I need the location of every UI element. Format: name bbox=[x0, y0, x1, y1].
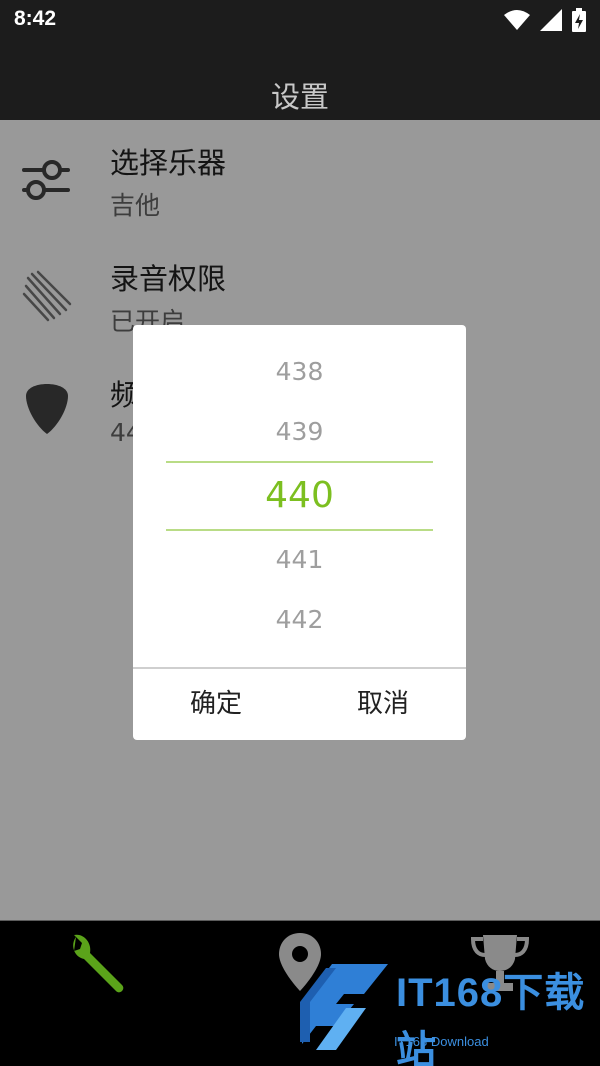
battery-charging-icon bbox=[572, 8, 586, 32]
picker-value[interactable]: 439 bbox=[133, 417, 466, 446]
watermark: IT168下载站 IT168 Download bbox=[296, 958, 596, 1066]
wifi-icon bbox=[504, 10, 530, 30]
picker-value[interactable]: 442 bbox=[133, 605, 466, 634]
watermark-subtext: IT168 Download bbox=[394, 1034, 489, 1049]
cancel-button[interactable]: 取消 bbox=[300, 669, 466, 740]
picker-value[interactable]: 441 bbox=[133, 545, 466, 574]
watermark-logo-icon bbox=[300, 964, 388, 1050]
confirm-button[interactable]: 确定 bbox=[133, 669, 299, 740]
status-icons bbox=[504, 8, 586, 32]
watermark-text: IT168下载站 bbox=[396, 971, 586, 1066]
picker-selected-value[interactable]: 440 bbox=[133, 475, 466, 516]
app-bar: 设置 bbox=[0, 40, 600, 120]
status-bar: 8:42 bbox=[0, 0, 600, 40]
cell-signal-icon bbox=[540, 9, 562, 31]
status-time: 8:42 bbox=[14, 7, 57, 30]
picker-selection-bottom-line bbox=[166, 529, 433, 531]
picker-value[interactable]: 438 bbox=[133, 357, 466, 386]
picker-selection-top-line bbox=[166, 461, 433, 463]
page-title: 设置 bbox=[270, 80, 329, 114]
wrench-icon[interactable] bbox=[66, 929, 136, 999]
frequency-picker-dialog: 438 439 440 441 442 确定 取消 bbox=[133, 325, 466, 740]
